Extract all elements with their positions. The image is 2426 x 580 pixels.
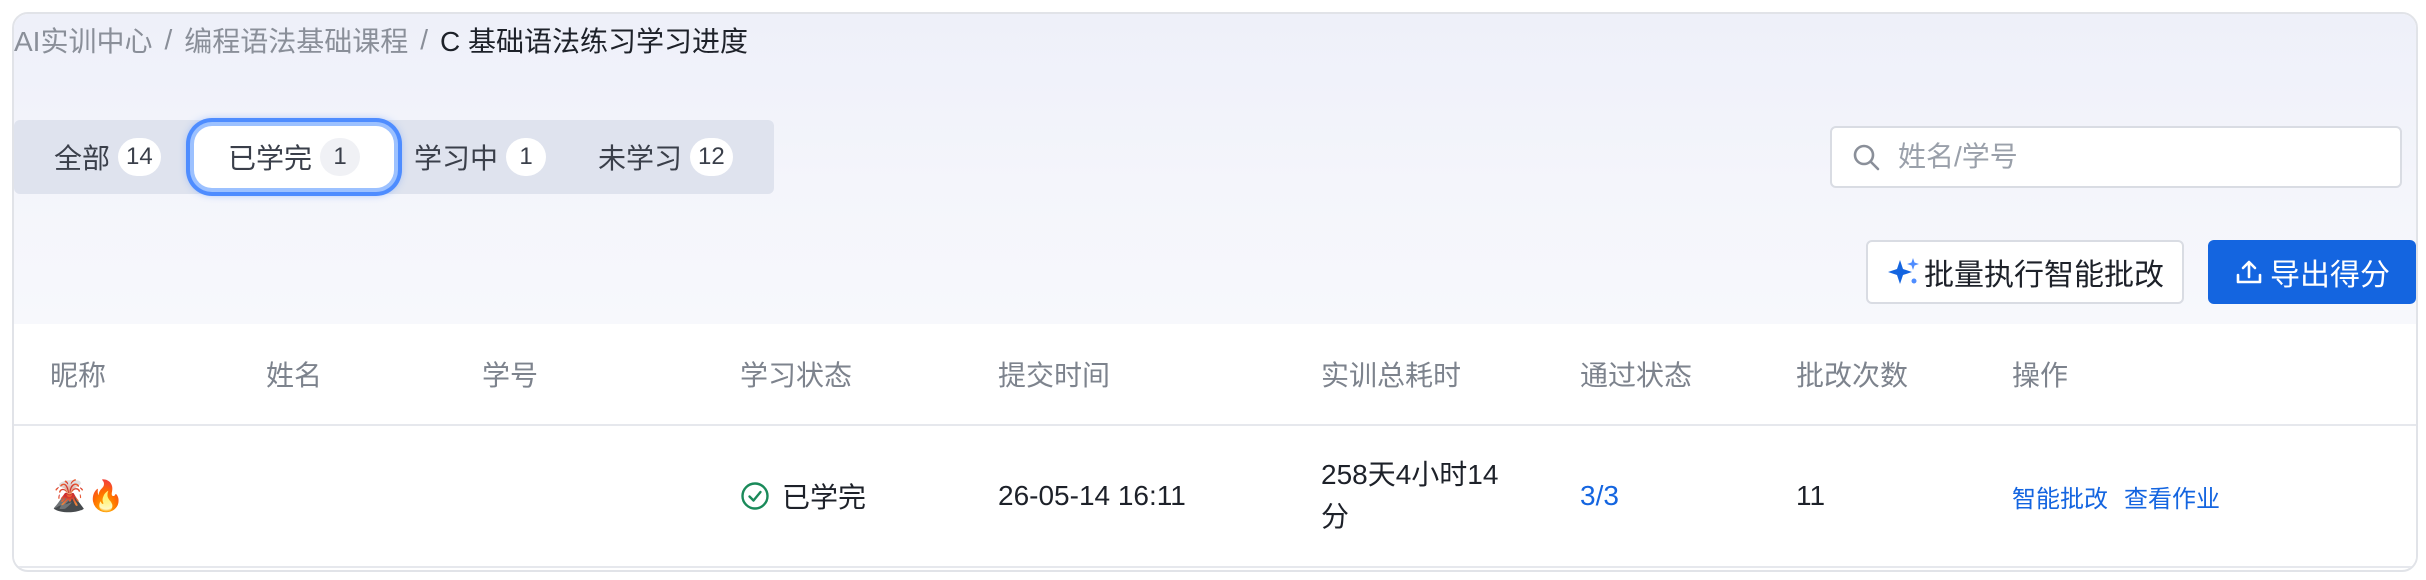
batch-smart-review-button[interactable]: 批量执行智能批改 xyxy=(1866,240,2184,304)
column-header-review-count[interactable]: 批改次数 xyxy=(1796,324,1908,424)
view-homework-link[interactable]: 查看作业 xyxy=(2124,479,2220,514)
batch-button-label: 批量执行智能批改 xyxy=(1924,259,2164,292)
cell-study-status: 已学完 xyxy=(740,426,866,566)
tab-label: 已学完 xyxy=(227,143,312,174)
cell-pass-status-link[interactable]: 3/3 xyxy=(1580,426,1619,566)
status-tabs: 全部 14 已学完 1 学习中 1 未学习 12 xyxy=(14,120,774,194)
check-circle-icon xyxy=(741,482,769,510)
export-button-label: 导出得分 xyxy=(2270,259,2390,292)
column-header-student-id[interactable]: 学号 xyxy=(482,324,538,424)
export-scores-button[interactable]: 导出得分 xyxy=(2208,240,2416,304)
smart-review-link[interactable]: 智能批改 xyxy=(2012,479,2108,514)
table-row: 🌋🔥 已学完 26-05-14 16:11 258天4小时14分 3/3 11 … xyxy=(14,426,2416,568)
tab-label: 未学习 xyxy=(598,143,683,174)
cell-actions: 智能批改 查看作业 xyxy=(2012,426,2236,566)
sparkle-icon xyxy=(1888,258,1919,284)
column-header-study-status[interactable]: 学习状态 xyxy=(740,324,852,424)
column-header-nickname[interactable]: 昵称 xyxy=(50,324,106,424)
breadcrumb-separator: / xyxy=(164,24,173,55)
cell-duration: 258天4小时14分 xyxy=(1321,459,1499,532)
breadcrumb-current-page: C 基础语法练习学习进度 xyxy=(440,26,749,57)
tab-label: 全部 xyxy=(54,143,111,174)
header-area: AI实训中心 / 编程语法基础课程 / C 基础语法练习学习进度 全部 14 已… xyxy=(14,14,2416,324)
cell-nickname: 🌋🔥 xyxy=(50,479,125,513)
tab-count-badge: 14 xyxy=(118,138,161,176)
tab-in-progress[interactable]: 学习中 1 xyxy=(414,120,547,194)
breadcrumb-ai-center[interactable]: AI实训中心 xyxy=(14,20,152,60)
search-input[interactable] xyxy=(1896,140,2380,174)
search-icon xyxy=(1853,144,1880,171)
column-header-actions: 操作 xyxy=(2012,360,2069,391)
table-header: 昵称 姓名 学号 学习状态 提交时间 实训总耗时 通过状态 批改次数 操作 xyxy=(14,324,2416,426)
column-header-name[interactable]: 姓名 xyxy=(266,324,322,424)
status-text: 已学完 xyxy=(782,482,867,513)
tab-not-started[interactable]: 未学习 12 xyxy=(598,120,733,194)
column-header-pass-status[interactable]: 通过状态 xyxy=(1580,324,1692,424)
tab-count-badge: 1 xyxy=(320,138,360,176)
column-header-duration[interactable]: 实训总耗时 xyxy=(1321,324,1461,424)
upload-icon xyxy=(2236,260,2262,284)
cell-submit-time: 26-05-14 16:11 xyxy=(998,480,1186,511)
breadcrumb-course[interactable]: 编程语法基础课程 xyxy=(184,20,408,60)
tab-all[interactable]: 全部 14 xyxy=(54,120,161,194)
column-header-submit-time[interactable]: 提交时间 xyxy=(998,324,1110,424)
search-box xyxy=(1830,126,2402,188)
tab-count-badge: 12 xyxy=(690,138,733,176)
breadcrumb-separator: / xyxy=(420,24,429,55)
progress-panel: AI实训中心 / 编程语法基础课程 / C 基础语法练习学习进度 全部 14 已… xyxy=(12,12,2418,572)
tab-completed[interactable]: 已学完 1 xyxy=(194,126,394,188)
tab-label: 学习中 xyxy=(414,143,499,174)
breadcrumb: AI实训中心 / 编程语法基础课程 / C 基础语法练习学习进度 xyxy=(14,20,748,60)
cell-review-count: 11 xyxy=(1796,480,1826,511)
tab-count-badge: 1 xyxy=(506,138,547,176)
